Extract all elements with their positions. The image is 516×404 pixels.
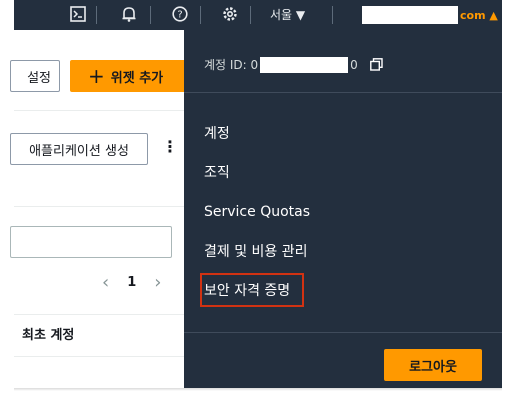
menu-item-account[interactable]: 계정 xyxy=(204,122,230,144)
chevron-right-icon[interactable]: › xyxy=(154,272,161,293)
console-content: 설정 + 위젯 추가 애플리케이션 생성 ⋮ ‹ 1 › 최초 계정 xyxy=(10,30,186,388)
account-menu-toggle[interactable]: com ▲ xyxy=(460,6,498,24)
account-id: 계정 ID: 0 0 xyxy=(204,56,358,73)
pagination: ‹ 1 › xyxy=(102,272,161,293)
create-application-button[interactable]: 애플리케이션 생성 xyxy=(10,133,148,165)
svg-text:?: ? xyxy=(177,10,182,21)
settings-button[interactable]: 설정 xyxy=(10,60,60,92)
highlight-box xyxy=(200,273,304,307)
top-nav-bar: ? 서울 ▼ com ▲ xyxy=(14,0,502,30)
account-dropdown-panel: 계정 ID: 0 0 계정 조직 Service Quotas 결제 및 비용 … xyxy=(184,30,502,388)
more-options-icon[interactable]: ⋮ xyxy=(162,137,178,156)
menu-item-billing[interactable]: 결제 및 비용 관리 xyxy=(204,240,308,262)
bell-icon[interactable] xyxy=(120,4,138,24)
chevron-left-icon[interactable]: ‹ xyxy=(102,272,109,293)
menu-item-organizations[interactable]: 조직 xyxy=(204,161,230,183)
bottom-shadow xyxy=(14,388,502,391)
menu-item-service-quotas[interactable]: Service Quotas xyxy=(204,201,310,223)
gear-icon[interactable] xyxy=(221,4,239,24)
sign-out-button[interactable]: 로그아웃 xyxy=(384,349,482,381)
copy-icon[interactable] xyxy=(370,58,383,71)
account-id-suffix: 0 xyxy=(350,57,358,72)
account-name-redacted xyxy=(362,6,458,24)
account-id-prefix: 계정 ID: 0 xyxy=(204,58,259,72)
region-selector[interactable]: 서울 ▼ xyxy=(270,4,305,24)
page-number[interactable]: 1 xyxy=(127,275,136,290)
plus-icon: + xyxy=(88,64,105,88)
add-widget-label: 위젯 추가 xyxy=(110,70,164,86)
account-id-redacted xyxy=(260,56,349,73)
cloudshell-icon[interactable] xyxy=(70,4,86,24)
column-header: 최초 계정 xyxy=(22,328,75,343)
search-input[interactable] xyxy=(10,226,172,258)
add-widget-button[interactable]: + 위젯 추가 xyxy=(70,60,186,92)
help-icon[interactable]: ? xyxy=(172,4,188,24)
